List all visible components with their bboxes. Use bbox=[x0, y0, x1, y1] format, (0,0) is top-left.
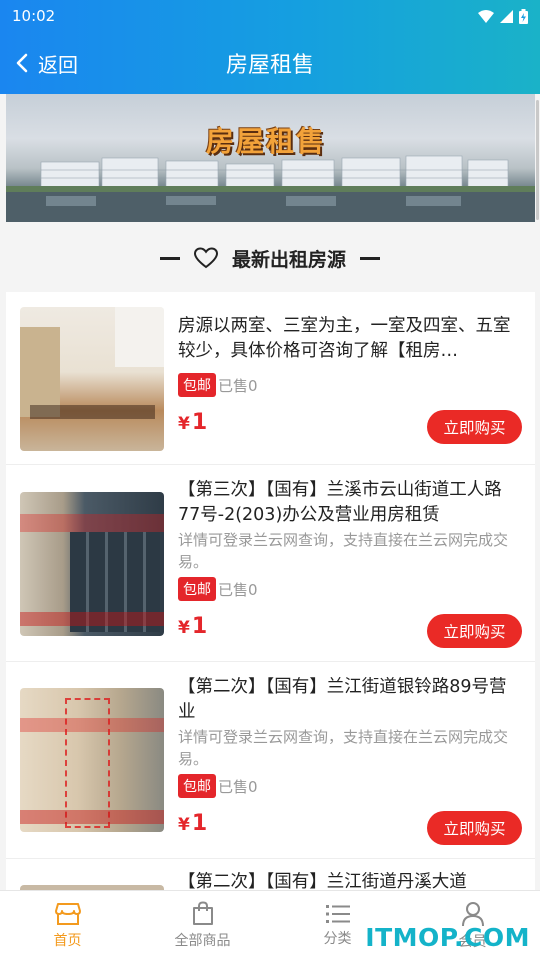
divider-dash bbox=[159, 256, 180, 260]
product-title[interactable]: 房源以两室、三室为主，一室及四室、五室较少，具体价格可咨询了解【租房… bbox=[178, 314, 518, 364]
page-title: 房屋租售 bbox=[225, 53, 314, 78]
scrollbar[interactable] bbox=[536, 100, 539, 220]
app-header: 10:02 返回 房屋租售 bbox=[0, 0, 540, 94]
product-meta: 包邮 已售0 bbox=[178, 577, 258, 601]
product-price: ¥1 bbox=[178, 410, 207, 435]
product-title[interactable]: 【第二次】【国有】兰江街道丹溪大道 bbox=[178, 870, 518, 892]
product-meta: 包邮 已售0 bbox=[178, 373, 258, 397]
product-item[interactable]: 【第三次】【国有】兰溪市云山街道工人路77号-2(203)办公及营业用房租赁 详… bbox=[6, 465, 535, 661]
product-meta: 包邮 已售0 bbox=[178, 774, 258, 798]
product-list: 房源以两室、三室为主，一室及四室、五室较少，具体价格可咨询了解【租房… 包邮 已… bbox=[6, 292, 535, 892]
free-shipping-badge: 包邮 bbox=[178, 373, 216, 397]
list-icon bbox=[325, 904, 350, 923]
battery-icon bbox=[519, 8, 528, 24]
product-description: 详情可登录兰云网查询，支持直接在兰云网完成交易。 bbox=[178, 728, 509, 768]
product-item[interactable]: 房源以两室、三室为主，一室及四室、五室较少，具体价格可咨询了解【租房… 包邮 已… bbox=[6, 292, 535, 464]
sold-count: 已售0 bbox=[218, 580, 258, 599]
sold-count: 已售0 bbox=[218, 777, 258, 796]
currency-symbol: ¥ bbox=[178, 414, 190, 434]
tab-label: 全部商品 bbox=[174, 933, 231, 949]
product-price: ¥1 bbox=[178, 614, 207, 639]
currency-symbol: ¥ bbox=[178, 618, 190, 638]
tab-all-products[interactable]: 全部商品 bbox=[135, 891, 270, 960]
product-price: ¥1 bbox=[178, 811, 207, 836]
back-label: 返回 bbox=[38, 52, 78, 77]
tab-label: 分类 bbox=[323, 930, 352, 947]
product-item[interactable]: 【第二次】【国有】兰江街道丹溪大道 bbox=[6, 859, 535, 892]
price-value: 1 bbox=[191, 811, 208, 836]
status-icons bbox=[478, 8, 528, 24]
tab-home[interactable]: 首页 bbox=[0, 891, 135, 960]
product-image[interactable] bbox=[20, 307, 164, 451]
heart-icon bbox=[193, 247, 218, 269]
status-time: 10:02 bbox=[12, 7, 56, 25]
banner-image[interactable]: 房屋租售 bbox=[6, 94, 535, 222]
wifi-icon bbox=[478, 9, 494, 23]
back-button[interactable]: 返回 bbox=[0, 49, 78, 78]
price-value: 1 bbox=[191, 614, 208, 639]
product-image[interactable] bbox=[20, 492, 164, 636]
sold-count: 已售0 bbox=[218, 376, 258, 395]
bag-icon bbox=[192, 901, 213, 925]
product-description: 详情可登录兰云网查询，支持直接在兰云网完成交易。 bbox=[178, 531, 509, 571]
free-shipping-badge: 包邮 bbox=[178, 774, 216, 798]
watermark: ITMOP.COM bbox=[365, 923, 530, 952]
product-title[interactable]: 【第二次】【国有】兰江街道银铃路89号营业 bbox=[178, 675, 518, 725]
buy-now-button[interactable]: 立即购买 bbox=[427, 410, 522, 444]
section-heading: 最新出租房源 bbox=[0, 236, 540, 280]
currency-symbol: ¥ bbox=[178, 815, 190, 835]
nav-bar: 返回 房屋租售 bbox=[0, 32, 540, 94]
product-image[interactable] bbox=[20, 688, 164, 832]
status-bar: 10:02 bbox=[0, 0, 540, 32]
product-title[interactable]: 【第三次】【国有】兰溪市云山街道工人路77号-2(203)办公及营业用房租赁 bbox=[178, 478, 518, 528]
signal-icon bbox=[500, 9, 513, 23]
price-value: 1 bbox=[191, 410, 208, 435]
banner-title: 房屋租售 bbox=[206, 125, 327, 158]
product-item[interactable]: 【第二次】【国有】兰江街道银铃路89号营业 详情可登录兰云网查询，支持直接在兰云… bbox=[6, 662, 535, 858]
buy-now-button[interactable]: 立即购买 bbox=[427, 811, 522, 845]
chevron-left-icon bbox=[16, 53, 28, 73]
buy-now-button[interactable]: 立即购买 bbox=[427, 614, 522, 648]
store-icon bbox=[54, 902, 81, 925]
free-shipping-badge: 包邮 bbox=[178, 577, 216, 601]
divider-dash bbox=[360, 256, 380, 260]
tab-label: 首页 bbox=[53, 932, 82, 949]
section-title: 最新出租房源 bbox=[231, 248, 346, 271]
